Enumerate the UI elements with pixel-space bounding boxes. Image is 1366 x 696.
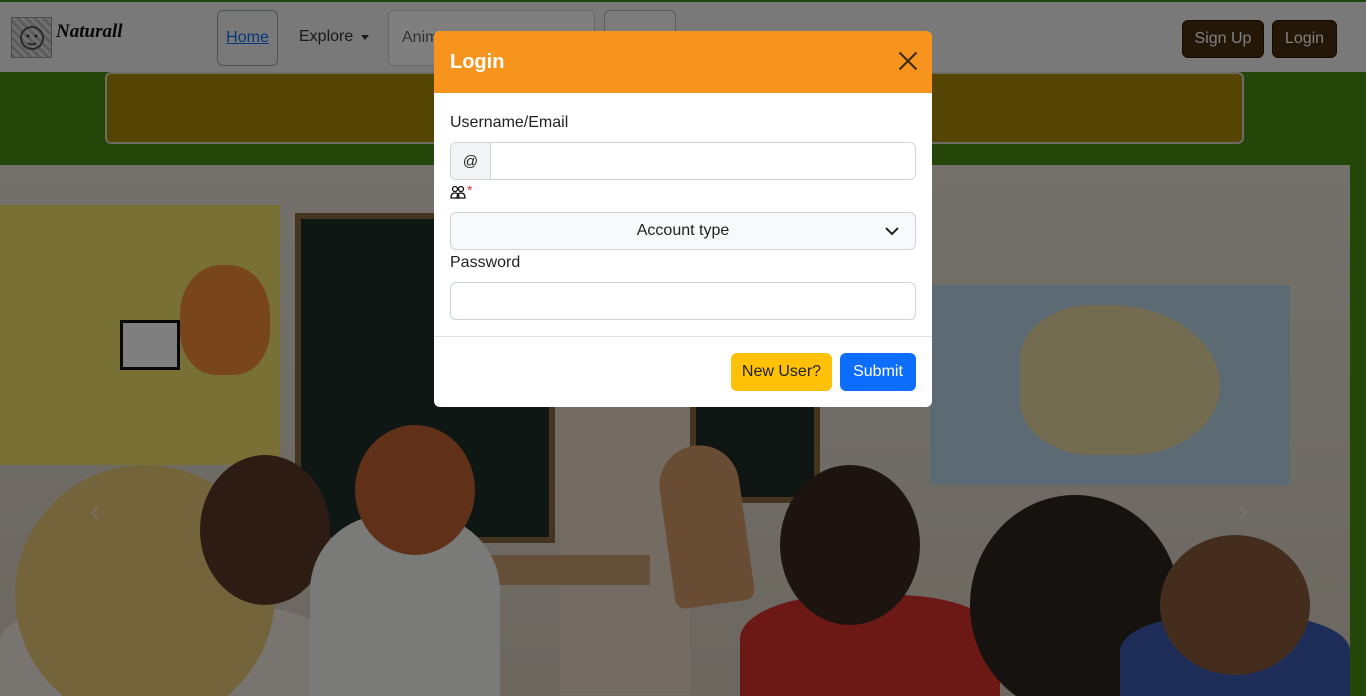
submit-button[interactable]: Submit	[840, 353, 916, 391]
modal-title: Login	[450, 50, 505, 73]
account-type-label: *	[450, 182, 473, 199]
close-icon[interactable]	[898, 51, 918, 71]
new-user-button[interactable]: New User?	[731, 353, 832, 391]
username-input[interactable]	[491, 143, 915, 179]
people-icon	[450, 185, 466, 199]
modal-body: Username/Email @ * Account type Password	[434, 93, 932, 337]
account-type-select[interactable]: Account type	[450, 212, 916, 250]
username-label: Username/Email	[450, 114, 569, 131]
username-input-group: @	[450, 142, 916, 180]
modal-header: Login	[434, 31, 932, 93]
account-type-value: Account type	[636, 222, 730, 239]
chevron-down-icon	[885, 227, 899, 236]
password-label: Password	[450, 254, 521, 271]
required-mark: *	[467, 182, 473, 198]
password-input[interactable]	[450, 282, 916, 320]
at-addon: @	[451, 143, 491, 179]
login-modal: Login Username/Email @ * Account type Pa…	[434, 31, 932, 407]
modal-footer: New User? Submit	[434, 337, 932, 407]
